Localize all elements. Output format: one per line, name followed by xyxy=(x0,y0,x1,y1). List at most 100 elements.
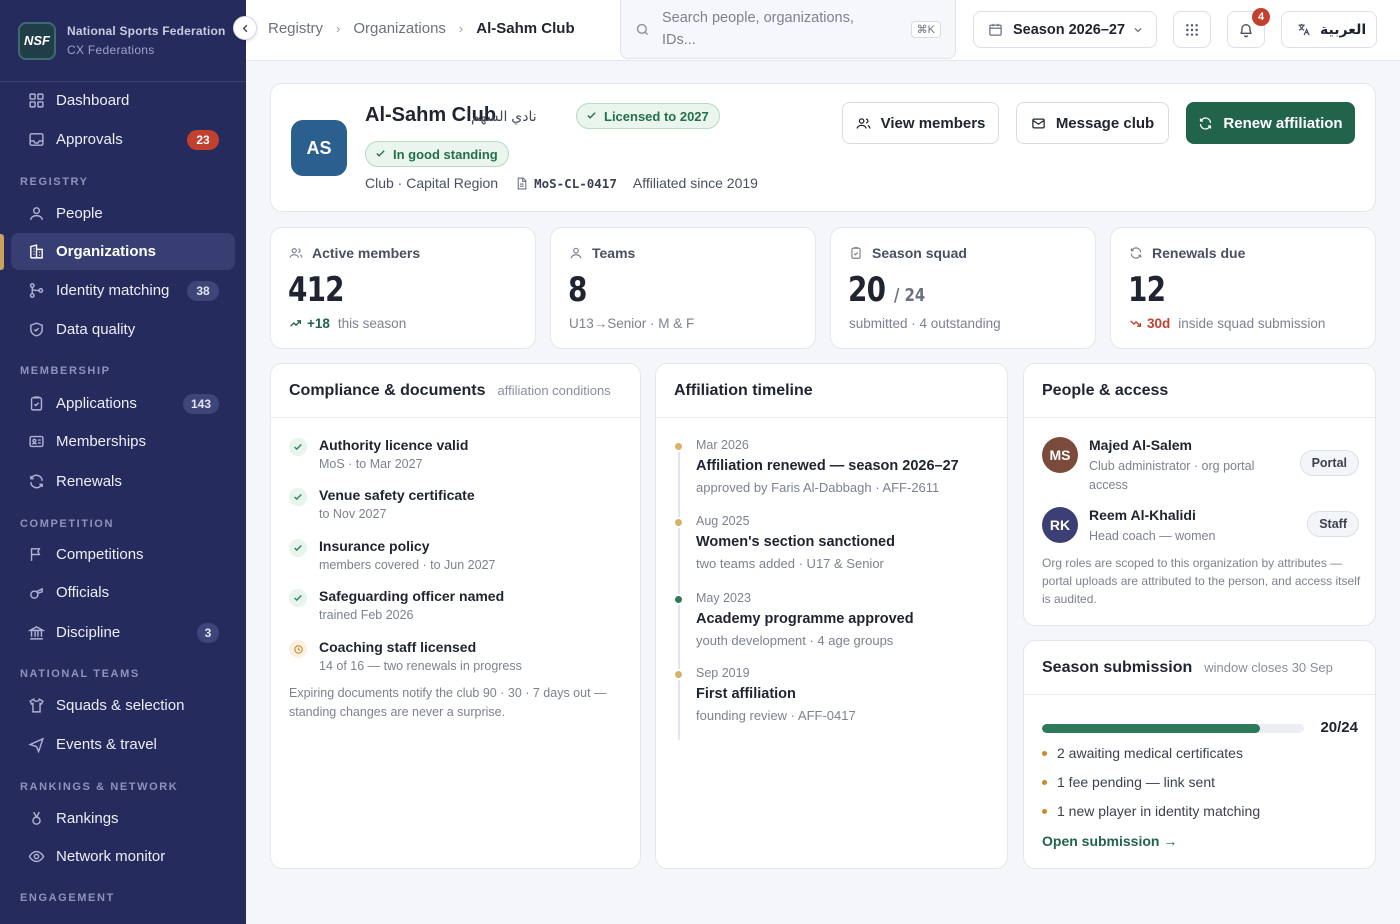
dashboard-icon xyxy=(27,92,45,110)
nav-rankings[interactable]: Rankings xyxy=(11,800,235,837)
git-merge-icon xyxy=(27,282,45,300)
language-toggle[interactable]: العربية xyxy=(1281,11,1377,48)
person-row[interactable]: RK Reem Al-Khalidi Head coach — women xyxy=(1042,507,1269,546)
compliance-item: Venue safety certificate to Nov 2027 xyxy=(289,487,475,521)
message-club-button[interactable]: Message club xyxy=(1016,102,1169,144)
notifications-button[interactable]: 4 xyxy=(1227,8,1270,48)
nav-people[interactable]: People xyxy=(11,195,235,232)
submission-bullet: 1 fee pending — link sent xyxy=(1042,774,1215,790)
refresh-icon xyxy=(1129,246,1143,260)
season-select[interactable]: Season 2026–27 xyxy=(973,11,1157,48)
approvals-badge: 23 xyxy=(187,129,219,150)
view-members-button[interactable]: View members xyxy=(842,102,999,144)
role-tag-staff: Staff xyxy=(1307,511,1359,537)
shirt-icon xyxy=(27,697,45,715)
timeline-date: May 2023 xyxy=(696,591,751,605)
nav-data-quality[interactable]: Data quality xyxy=(11,311,235,348)
nav-label: Network monitor xyxy=(56,848,166,865)
identity-badge: 38 xyxy=(187,280,219,301)
timeline-sub: two teams added · U17 & Senior xyxy=(696,556,884,571)
nav-label: Rankings xyxy=(56,810,119,827)
nav-label: Data quality xyxy=(56,321,136,338)
medal-icon xyxy=(27,810,45,828)
stat-value: 20 / 24 xyxy=(848,270,925,310)
sidebar-collapse-button[interactable] xyxy=(233,16,257,40)
item-title: Safeguarding officer named xyxy=(319,588,505,604)
submission-progress xyxy=(1042,724,1304,733)
renew-affiliation-button[interactable]: Renew affiliation xyxy=(1186,102,1355,144)
season-submission-card: Season submission window closes 30 Sep 20… xyxy=(1023,640,1376,869)
org-name-arabic: نادي السهم xyxy=(471,108,537,124)
nav-applications[interactable]: Applications 143 xyxy=(11,385,235,422)
search-input[interactable]: Search people, organizations, IDs... ⌘K xyxy=(620,0,956,59)
nav-officials[interactable]: Officials xyxy=(11,574,235,611)
stat-value: 12 xyxy=(1128,270,1166,310)
crumb-registry[interactable]: Registry xyxy=(268,20,323,37)
nav-organizations[interactable]: Organizations xyxy=(11,233,235,270)
bullet-text: 2 awaiting medical certificates xyxy=(1057,745,1243,761)
item-title: Authority licence valid xyxy=(319,437,469,453)
people-access-card: People & access MS Majed Al-Salem Club ad… xyxy=(1023,363,1376,626)
nav-approvals[interactable]: Approvals 23 xyxy=(11,121,235,158)
timeline-dot xyxy=(673,517,684,528)
stat-title: Season squad xyxy=(872,245,967,261)
timeline-line xyxy=(678,442,680,740)
person-row[interactable]: MS Majed Al-Salem Club administrator · or… xyxy=(1042,437,1269,495)
eye-icon xyxy=(27,848,45,866)
people-note: Org roles are scoped to this organizatio… xyxy=(1042,556,1361,606)
nav-discipline[interactable]: Discipline 3 xyxy=(11,614,235,651)
inbox-icon xyxy=(27,131,45,149)
apps-button[interactable] xyxy=(1173,11,1211,48)
nav-label: People xyxy=(56,205,103,222)
nav-events-travel[interactable]: Events & travel xyxy=(11,726,235,763)
timeline-sub: approved by Faris Al-Dabbagh · AFF-2611 xyxy=(696,480,940,495)
stat-title: Renewals due xyxy=(1152,245,1246,261)
nav-dashboard[interactable]: Dashboard xyxy=(11,82,235,119)
compliance-item: Insurance policy members covered · to Jun… xyxy=(289,538,495,572)
licence-label: Licensed to 2027 xyxy=(604,108,709,124)
nav-identity-matching[interactable]: Identity matching 38 xyxy=(11,272,235,309)
nav-network-monitor[interactable]: Network monitor xyxy=(11,838,235,875)
language-label: العربية xyxy=(1320,21,1367,37)
item-title: Venue safety certificate xyxy=(319,487,475,503)
timeline-date: Sep 2019 xyxy=(696,666,750,680)
clipboard-check-icon xyxy=(27,395,45,413)
section-registry: REGISTRY xyxy=(20,176,89,188)
nav-label: Officials xyxy=(56,584,110,601)
stat-value: 412 xyxy=(288,270,345,310)
refresh-icon xyxy=(1198,116,1213,131)
search-shortcut: ⌘K xyxy=(910,21,941,38)
topbar: Registry › Organizations › Al-Sahm Club … xyxy=(246,0,1400,61)
timeline-date: Mar 2026 xyxy=(696,438,749,452)
org-meta: Club · Capital Region MoS-CL-0417 Affili… xyxy=(365,175,758,191)
progress-label: 20/24 xyxy=(1320,719,1358,736)
timeline-dot xyxy=(673,594,684,605)
org-affiliated: Affiliated since 2019 xyxy=(632,175,758,191)
crumb-organizations[interactable]: Organizations xyxy=(353,20,446,37)
role-tag-portal: Portal xyxy=(1299,450,1359,476)
nav-squads[interactable]: Squads & selection xyxy=(11,687,235,724)
users-icon xyxy=(856,116,871,131)
season-value: Season 2026–27 xyxy=(1013,21,1126,38)
open-submission-link[interactable]: Open submission → xyxy=(1042,833,1177,849)
nav-competitions[interactable]: Competitions xyxy=(11,536,235,573)
licence-badge: Licensed to 2027 xyxy=(576,103,720,129)
person-icon xyxy=(569,246,583,260)
stat-teams: Teams 8 U13→Senior · M & F xyxy=(550,227,816,349)
compliance-note: Expiring documents notify the club 90 · … xyxy=(289,686,607,719)
card-title: Affiliation timeline xyxy=(674,381,813,399)
breadcrumb: Registry › Organizations › Al-Sahm Club xyxy=(268,20,575,37)
org-avatar: AS xyxy=(291,120,347,176)
view-members-label: View members xyxy=(880,114,986,132)
nav-label: Discipline xyxy=(56,624,121,641)
clipboard-check-icon xyxy=(849,246,863,260)
nav-renewals[interactable]: Renewals xyxy=(11,463,235,500)
timeline-sub: youth development · 4 age groups xyxy=(696,633,894,648)
card-hint: window closes 30 Sep xyxy=(1204,660,1333,675)
submission-bullet: 1 new player in identity matching xyxy=(1042,803,1260,819)
item-sub: trained Feb 2026 xyxy=(319,608,414,622)
delta-up: +18 xyxy=(289,316,330,331)
check-icon xyxy=(375,147,386,162)
applications-badge: 143 xyxy=(182,393,219,414)
nav-memberships[interactable]: Memberships xyxy=(11,423,235,460)
